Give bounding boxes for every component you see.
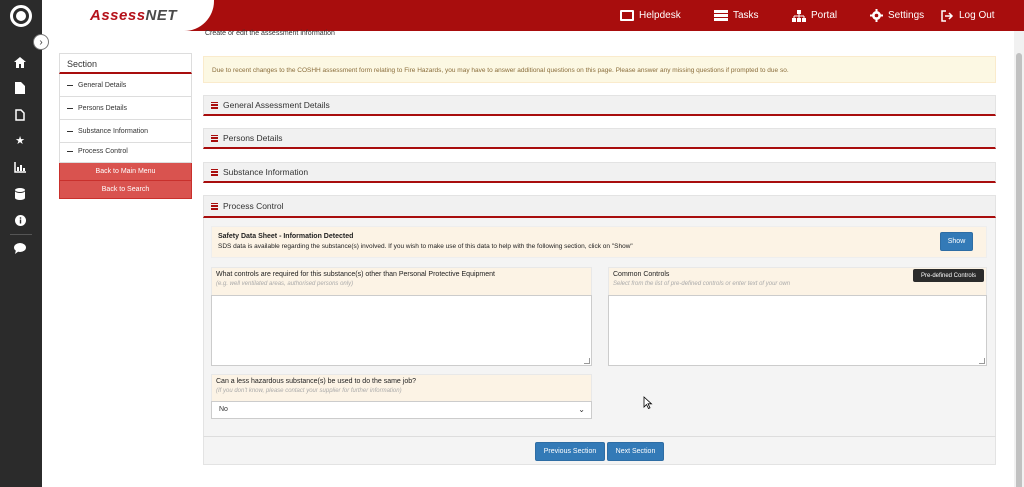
sds-title: Safety Data Sheet - Information Detected [218,233,354,240]
back-to-main-menu-button[interactable]: Back to Main Menu [59,163,192,181]
dash-icon [67,84,73,86]
document-icon[interactable] [13,81,27,95]
sds-notice: Safety Data Sheet - Information Detected… [211,226,987,258]
section-item-persons-details[interactable]: Persons Details [59,97,192,120]
menu-bars-icon [211,202,218,210]
panel-title: Substance Information [223,167,309,177]
previous-section-button[interactable]: Previous Section [535,442,605,461]
panel-title: Process Control [223,201,284,211]
panel-title: Persons Details [223,133,283,143]
nav-tasks-label: Tasks [733,10,759,21]
nav-helpdesk-label: Helpdesk [639,10,681,21]
nav-helpdesk[interactable]: Helpdesk [620,0,681,31]
section-item-label: Persons Details [78,104,128,112]
rail-divider [10,234,32,235]
panel-title: General Assessment Details [223,100,330,110]
panel-general-assessment-details[interactable]: General Assessment Details [203,95,996,116]
helpdesk-icon [620,10,634,22]
logout-icon [940,9,954,22]
common-controls-textarea[interactable] [608,295,987,366]
brand-logo[interactable]: AssessNET [42,0,214,31]
nav-portal[interactable]: Portal [792,0,837,31]
back-to-search-button[interactable]: Back to Search [59,181,192,199]
portal-icon [792,9,806,22]
left-rail: ★ [0,0,42,487]
show-sds-button[interactable]: Show [940,232,973,251]
menu-bars-icon [211,168,218,176]
brand-suffix: NET [145,7,178,24]
substitute-select-value: No [219,406,228,413]
chat-icon[interactable] [13,241,27,255]
scrollbar-thumb[interactable] [1016,53,1022,487]
controls-question-label: What controls are required for this subs… [216,271,495,278]
chevron-down-icon: ⌄ [578,405,585,414]
controls-question-hint: (e.g. well ventilated areas, authorised … [216,281,354,287]
dash-icon [67,130,73,132]
panel-substance-information[interactable]: Substance Information [203,162,996,183]
nav-portal-label: Portal [811,10,838,21]
info-icon[interactable] [13,213,27,227]
controls-textarea[interactable] [211,295,592,366]
section-item-label: General Details [78,81,127,89]
nav-logout[interactable]: Log Out [940,0,995,31]
nav-settings[interactable]: Settings [869,0,924,31]
section-item-substance-information[interactable]: Substance Information [59,120,192,143]
app-logo-icon[interactable] [10,5,32,27]
sds-text: SDS data is available regarding the subs… [218,243,633,250]
pre-defined-controls-button[interactable]: Pre-defined Controls [913,269,984,282]
dash-icon [67,150,73,152]
page-scrollbar[interactable] [1014,31,1024,487]
substitute-question-hint: (If you don't know, please contact your … [216,388,402,394]
nav-logout-label: Log Out [959,10,995,21]
substitute-question-label: Can a less hazardous substance(s) be use… [216,378,417,385]
menu-bars-icon [211,134,218,142]
substitute-question: Can a less hazardous substance(s) be use… [211,374,592,402]
settings-icon [869,9,883,22]
panel-persons-details[interactable]: Persons Details [203,128,996,149]
chart-icon[interactable] [13,160,27,174]
menu-bars-icon [211,101,218,109]
brand-prefix: Assess [90,7,146,24]
next-section-button[interactable]: Next Section [607,442,664,461]
top-bar: AssessNET Helpdesk Tasks Portal Settings… [42,0,1024,31]
section-item-label: Process Control [78,147,128,155]
section-footer: Previous Section Next Section [203,436,996,465]
nav-settings-label: Settings [888,10,925,21]
mouse-cursor-icon [643,396,653,409]
section-nav: Section General Details Persons Details … [59,53,192,199]
database-icon[interactable] [13,187,27,201]
tasks-icon [714,10,728,22]
fire-hazard-alert: Due to recent changes to the COSHH asses… [203,56,996,83]
expand-rail-chevron-icon[interactable]: › [33,34,49,50]
section-item-general-details[interactable]: General Details [59,74,192,97]
nav-tasks[interactable]: Tasks [714,0,759,31]
controls-question: What controls are required for this subs… [211,267,592,295]
section-item-label: Substance Information [78,127,149,135]
page-subtitle: Create or edit the assessment informatio… [205,30,335,37]
section-item-process-control[interactable]: Process Control [59,143,192,163]
star-icon[interactable]: ★ [13,134,27,148]
dash-icon [67,107,73,109]
panel-process-control[interactable]: Process Control [203,195,996,218]
substitute-select[interactable]: No ⌄ [211,401,592,419]
section-nav-title: Section [59,53,192,74]
file-icon[interactable] [13,108,27,122]
home-icon[interactable] [13,55,27,69]
